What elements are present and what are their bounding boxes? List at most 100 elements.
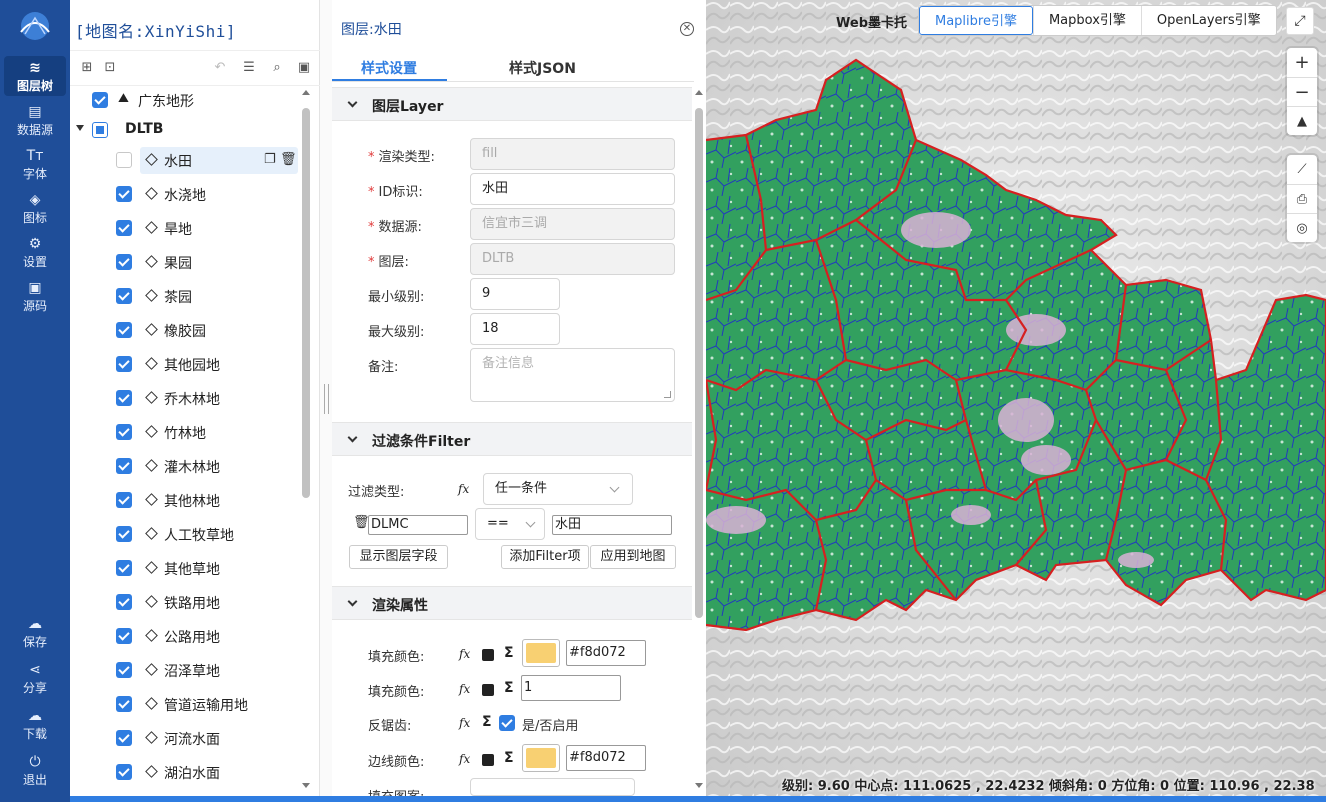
nav-exit[interactable]: ⏻ 退出 [4, 750, 66, 790]
section-filter-header[interactable]: 过滤条件Filter [332, 422, 692, 456]
layer-checkbox[interactable] [116, 186, 132, 202]
tree-row-layer[interactable]: 水田 ❐ 🗑 [70, 146, 302, 174]
filter-operator-select[interactable]: == [475, 508, 545, 540]
engine-mapbox-button[interactable]: Mapbox引擎 [1032, 6, 1141, 35]
caret-down-icon[interactable] [76, 125, 84, 131]
scroll-thumb[interactable] [695, 108, 703, 618]
layer-checkbox[interactable] [116, 254, 132, 270]
fx-icon[interactable]: fx [459, 682, 470, 696]
fx-icon[interactable]: fx [459, 647, 470, 661]
tree-row-layer[interactable]: 其他草地 [70, 554, 302, 582]
zoom-in-icon[interactable]: + [1287, 48, 1317, 77]
tree-row-layer[interactable]: 乔木林地 [70, 384, 302, 412]
sigma-icon[interactable]: Σ [504, 750, 514, 766]
pattern-select[interactable] [470, 778, 635, 796]
delete-icon[interactable]: 🗑 [280, 152, 297, 167]
fx-icon[interactable]: fx [459, 752, 470, 766]
add-layer-icon[interactable]: ⊞ [78, 59, 96, 77]
source-layer-field[interactable]: DLTB [470, 243, 675, 275]
engine-maplibre-button[interactable]: Maplibre引擎 [919, 6, 1033, 35]
scroll-up-icon[interactable] [302, 90, 310, 95]
layer-checkbox[interactable] [116, 356, 132, 372]
group-checkbox[interactable] [92, 122, 108, 138]
style-scrollbar[interactable] [694, 86, 704, 792]
locate-icon[interactable]: ◎ [1287, 213, 1317, 242]
sigma-icon[interactable]: Σ [504, 680, 514, 696]
undo-icon[interactable]: ↶ [211, 59, 229, 77]
tree-scrollbar[interactable] [301, 86, 311, 792]
tree-row-layer[interactable]: 其他林地 [70, 486, 302, 514]
compass-icon[interactable]: ▲ [1287, 106, 1317, 135]
preview-icon[interactable]: ⊡ [101, 59, 119, 77]
section-layer-header[interactable]: 图层Layer [332, 87, 692, 121]
tree-row-layer[interactable]: 橡胶园 [70, 316, 302, 344]
nav-sprites[interactable]: ◈ 图标 [4, 188, 66, 228]
scroll-thumb[interactable] [302, 108, 310, 498]
nav-fonts[interactable]: Tт 字体 [4, 144, 66, 184]
tree-row-layer[interactable]: 沼泽草地 [70, 656, 302, 684]
source-field[interactable]: 信宜市三调 [470, 208, 675, 240]
note-textarea[interactable]: 备注信息 [470, 348, 675, 402]
layer-checkbox[interactable] [116, 220, 132, 236]
layer-checkbox[interactable] [116, 492, 132, 508]
layer-checkbox[interactable] [116, 662, 132, 678]
nav-datasource[interactable]: ▤ 数据源 [4, 100, 66, 140]
layer-checkbox[interactable] [116, 764, 132, 780]
fill-color-swatch[interactable] [522, 639, 560, 667]
nav-download[interactable]: ☁ 下载 [4, 704, 66, 744]
layer-checkbox[interactable] [116, 560, 132, 576]
chart-icon[interactable] [482, 754, 494, 766]
fill-opacity-input[interactable]: 1 [521, 675, 621, 701]
zoom-out-icon[interactable]: − [1287, 77, 1317, 106]
tree-row-root-layer[interactable]: ⛰ 广东地形 [70, 86, 302, 114]
fx-icon[interactable]: fx [459, 716, 470, 730]
tree-row-layer[interactable]: 河流水面 [70, 724, 302, 752]
outline-color-swatch[interactable] [522, 744, 560, 772]
filter-type-select[interactable]: 任一条件 [483, 473, 633, 505]
tree-row-layer[interactable]: 管道运输用地 [70, 690, 302, 718]
tree-row-layer[interactable]: 灌木林地 [70, 452, 302, 480]
apply-to-map-button[interactable]: 应用到地图 [590, 545, 676, 569]
layer-checkbox[interactable] [116, 730, 132, 746]
tab-style-json[interactable]: 样式JSON [509, 58, 576, 78]
tree-row-layer[interactable]: 竹林地 [70, 418, 302, 446]
tab-style-settings[interactable]: 样式设置 [361, 58, 417, 78]
antialias-checkbox[interactable] [499, 715, 515, 731]
layer-checkbox[interactable] [116, 458, 132, 474]
filter-value-input[interactable]: 水田 [552, 515, 672, 535]
tree-row-layer[interactable]: 旱地 [70, 214, 302, 242]
copy-icon[interactable]: ❐ [264, 152, 276, 167]
tree-row-layer[interactable]: 铁路用地 [70, 588, 302, 616]
scroll-down-icon[interactable] [302, 783, 310, 788]
layer-checkbox[interactable] [116, 322, 132, 338]
tree-row-layer[interactable]: 其他园地 [70, 350, 302, 378]
layer-checkbox[interactable] [116, 594, 132, 610]
search-layer-icon[interactable]: ⌕ [268, 59, 286, 77]
layer-checkbox[interactable] [116, 628, 132, 644]
chart-icon[interactable] [482, 684, 494, 696]
nav-layer-tree[interactable]: ≋ 图层树 [4, 56, 66, 96]
nav-share[interactable]: ⋖ 分享 [4, 658, 66, 698]
scroll-down-icon[interactable] [695, 783, 703, 788]
map-canvas[interactable]: Web墨卡托 Maplibre引擎 Mapbox引擎 OpenLayers引擎 … [706, 0, 1326, 802]
tree-row-layer[interactable]: 水浇地 [70, 180, 302, 208]
tree-row-layer[interactable]: 果园 [70, 248, 302, 276]
tree-row-layer[interactable]: 茶园 [70, 282, 302, 310]
nav-save[interactable]: ☁ 保存 [4, 612, 66, 652]
engine-openlayers-button[interactable]: OpenLayers引擎 [1140, 6, 1276, 35]
render-type-field[interactable]: fill [470, 138, 675, 170]
layer-checkbox[interactable] [116, 152, 132, 168]
tree-row-layer[interactable]: 人工牧草地 [70, 520, 302, 548]
close-icon[interactable]: ✕ [680, 22, 694, 36]
maxzoom-field[interactable]: 18 [470, 313, 560, 345]
filter-field-input[interactable]: DLMC [368, 515, 468, 535]
resize-handle[interactable] [664, 391, 671, 398]
chart-icon[interactable] [482, 649, 494, 661]
layer-checkbox[interactable] [116, 424, 132, 440]
nav-source-code[interactable]: ▣ 源码 [4, 276, 66, 316]
scroll-up-icon[interactable] [695, 90, 703, 95]
indent-icon[interactable]: ☰ [240, 59, 258, 77]
layer-checkbox[interactable] [116, 526, 132, 542]
fullscreen-icon[interactable]: ⤢ [1286, 7, 1314, 35]
ruler-icon[interactable]: ⟋ [1287, 155, 1317, 184]
